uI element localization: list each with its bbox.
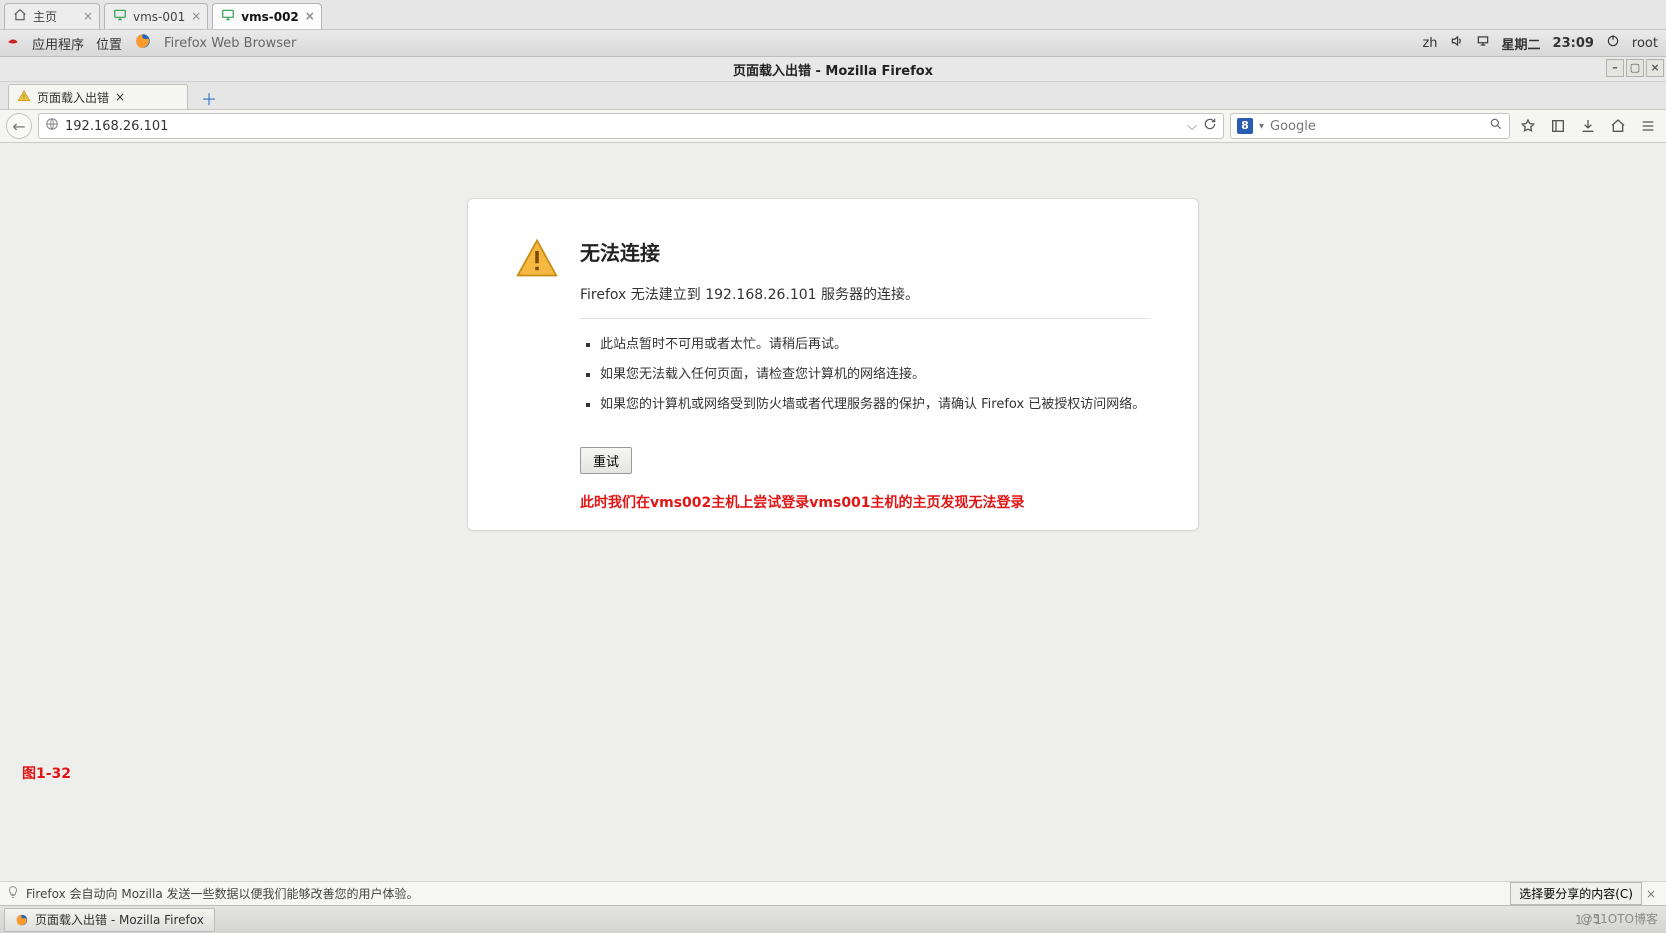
error-bullet-list: 此站点暂时不可用或者太忙。请稍后再试。 如果您无法载入任何页面，请检查您计算机的… (580, 335, 1150, 415)
search-input[interactable] (1270, 119, 1483, 134)
close-button[interactable]: × (1646, 59, 1664, 77)
vm-tab-strip: 主页 × vms-001 × vms-002 × (0, 0, 1666, 30)
power-icon[interactable] (1606, 34, 1620, 52)
firefox-tab-error[interactable]: 页面载入出错 × (8, 84, 188, 109)
page-viewport: 无法连接 Firefox 无法建立到 192.168.26.101 服务器的连接… (0, 143, 1666, 783)
downloads-icon[interactable] (1576, 114, 1600, 138)
url-bar[interactable]: 192.168.26.101 ⌵ (38, 113, 1224, 139)
monitor-icon (221, 8, 235, 25)
vm-tab-vms001[interactable]: vms-001 × (104, 3, 208, 29)
clock-day[interactable]: 星期二 (1502, 34, 1541, 53)
home-icon (13, 8, 27, 25)
choose-share-button[interactable]: 选择要分享的内容(C) (1510, 882, 1642, 905)
menu-icon[interactable] (1636, 114, 1660, 138)
vm-tab-label: 主页 (33, 8, 57, 25)
firefox-tooltip: Firefox Web Browser (164, 36, 296, 51)
search-bar[interactable]: 8 ▾ (1230, 113, 1510, 139)
google-engine-icon[interactable]: 8 (1237, 118, 1253, 134)
privacy-text: Firefox 会自动向 Mozilla 发送一些数据以便我们能够改善您的用户体… (26, 885, 419, 902)
error-bullet: 如果您无法载入任何页面，请检查您计算机的网络连接。 (600, 365, 1150, 385)
search-icon[interactable] (1489, 117, 1503, 135)
error-page-card: 无法连接 Firefox 无法建立到 192.168.26.101 服务器的连接… (467, 198, 1199, 531)
menu-applications[interactable]: 应用程序 (32, 34, 84, 53)
firefox-launcher-icon[interactable] (134, 32, 152, 54)
error-message: Firefox 无法建立到 192.168.26.101 服务器的连接。 (580, 284, 1150, 304)
reload-icon[interactable] (1203, 117, 1217, 135)
divider (580, 318, 1150, 319)
chevron-down-icon[interactable]: ▾ (1259, 121, 1264, 132)
globe-icon (45, 117, 59, 135)
minimize-button[interactable]: – (1606, 59, 1624, 77)
menu-places[interactable]: 位置 (96, 34, 122, 53)
taskbar-app-label: 页面载入出错 - Mozilla Firefox (35, 911, 204, 928)
volume-icon[interactable] (1450, 34, 1464, 52)
close-icon[interactable]: × (191, 9, 201, 23)
back-button[interactable]: ← (6, 113, 32, 139)
gnome-top-panel: 应用程序 位置 Firefox Web Browser zh 星期二 23:09… (0, 30, 1666, 57)
sidebar-icon[interactable] (1546, 114, 1570, 138)
close-icon[interactable]: × (83, 9, 93, 23)
vm-tab-label: vms-002 (241, 10, 299, 24)
taskbar-app-firefox[interactable]: 页面载入出错 - Mozilla Firefox (4, 908, 215, 932)
new-tab-button[interactable]: ＋ (196, 87, 222, 109)
firefox-nav-toolbar: ← 192.168.26.101 ⌵ 8 ▾ (0, 110, 1666, 143)
dropdown-history-icon[interactable]: ⌵ (1187, 119, 1197, 134)
url-text: 192.168.26.101 (65, 119, 168, 134)
retry-button[interactable]: 重试 (580, 447, 632, 474)
error-title: 无法连接 (580, 237, 1150, 266)
vm-tab-label: vms-001 (133, 10, 185, 24)
input-method-indicator[interactable]: zh (1422, 36, 1437, 51)
close-icon[interactable]: × (305, 9, 315, 23)
network-icon[interactable] (1476, 34, 1490, 52)
monitor-icon (113, 8, 127, 25)
annotation-text: 此时我们在vms002主机上尝试登录vms001主机的主页发现无法登录 (580, 492, 1150, 512)
watermark: @51OTO博客 (1581, 910, 1659, 927)
redhat-icon (6, 34, 20, 52)
firefox-privacy-bar: Firefox 会自动向 Mozilla 发送一些数据以便我们能够改善您的用户体… (0, 881, 1666, 905)
close-icon[interactable]: × (115, 90, 125, 104)
warning-icon (17, 89, 31, 106)
window-titlebar: 页面载入出错 - Mozilla Firefox – ▢ × (0, 57, 1666, 82)
lightbulb-icon (6, 885, 26, 902)
error-bullet: 此站点暂时不可用或者太忙。请稍后再试。 (600, 335, 1150, 355)
maximize-button[interactable]: ▢ (1626, 59, 1644, 77)
warning-icon (516, 237, 558, 283)
clock-time[interactable]: 23:09 (1553, 36, 1594, 51)
firefox-tab-strip: 页面载入出错 × ＋ (0, 82, 1666, 110)
gnome-taskbar: 页面载入出错 - Mozilla Firefox (0, 905, 1666, 933)
close-icon[interactable]: × (1642, 887, 1660, 901)
bookmark-star-icon[interactable] (1516, 114, 1540, 138)
figure-label: 图1-32 (22, 763, 71, 783)
firefox-tab-label: 页面载入出错 (37, 89, 109, 106)
error-bullet: 如果您的计算机或网络受到防火墙或者代理服务器的保护，请确认 Firefox 已被… (600, 395, 1150, 415)
home-icon[interactable] (1606, 114, 1630, 138)
vm-tab-home[interactable]: 主页 × (4, 3, 100, 29)
user-name[interactable]: root (1632, 36, 1658, 51)
vm-tab-vms002[interactable]: vms-002 × (212, 3, 322, 29)
window-title: 页面载入出错 - Mozilla Firefox (733, 60, 933, 79)
